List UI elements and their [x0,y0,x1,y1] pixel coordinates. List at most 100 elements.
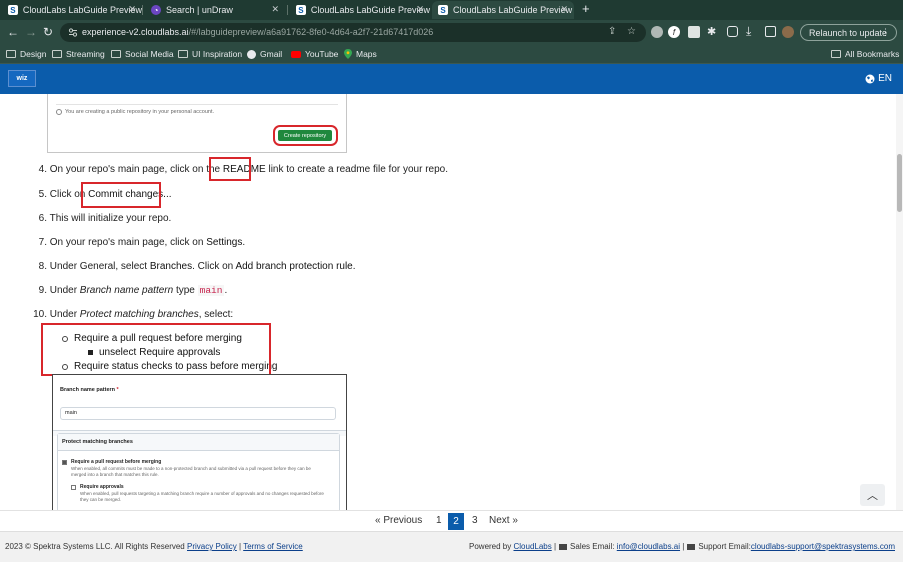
cloudlabs-link[interactable]: CloudLabs [513,542,551,551]
globe-icon [247,49,256,59]
separator: | [553,542,557,551]
protect-branches-panel: Protect matching branches Require a pull… [57,433,340,510]
terms-of-service-link[interactable]: Terms of Service [243,542,303,551]
reload-icon[interactable]: ↻ [43,25,53,39]
folder-icon [52,50,62,58]
separator: | [682,542,685,551]
sales-email-label: Sales Email: [570,542,615,551]
step-text: . Click on [192,261,236,272]
step-number: 5. [38,189,47,200]
step-9: 9. Under Branch name pattern type main. [36,285,227,296]
bookmark-youtube[interactable]: YouTube [291,49,338,59]
browser-tab-1[interactable]: S CloudLabs LabGuide Preview ✕ [2,1,142,19]
close-icon[interactable]: ✕ [128,4,136,15]
browser-tab-bar: S CloudLabs LabGuide Preview ✕ ◔ Search … [0,0,903,20]
copyright-text: 2023 © Spektra Systems LLC. All Rights R… [5,542,185,551]
tab-title: Search | unDraw [166,5,233,15]
checkbox-unchecked-icon [71,485,76,490]
close-icon[interactable]: ✕ [416,4,424,15]
powered-by-text: Powered by [469,542,512,551]
privacy-policy-link[interactable]: Privacy Policy [187,542,237,551]
page-link-1[interactable]: 1 [436,515,442,526]
bookmark-maps[interactable]: Maps [344,49,377,59]
download-icon[interactable]: ⤓ [746,24,751,38]
avatar[interactable] [782,26,794,38]
url-bar[interactable]: experience-v2.cloudlabs.ai/#/labguidepre… [60,23,646,42]
step-text: . [352,261,356,272]
bookmark-ui-inspiration[interactable]: UI Inspiration [178,49,242,59]
close-icon[interactable]: ✕ [271,4,279,15]
tab-divider [287,5,288,15]
bookmark-label: All Bookmarks [845,49,900,59]
close-icon[interactable]: ✕ [560,4,568,15]
extension-square-icon[interactable] [727,26,738,37]
browser-tab-3[interactable]: S CloudLabs LabGuide Preview ✕ [290,1,430,19]
all-bookmarks[interactable]: All Bookmarks [831,49,899,59]
page-link-3[interactable]: 3 [472,515,478,526]
previous-page-link[interactable]: « Previous [375,515,422,526]
scrollbar[interactable] [896,94,903,510]
more-menu-icon[interactable]: ⋮ [881,27,890,38]
extension-f-icon[interactable]: f [668,26,680,38]
step-text: link to create a readme file for your re… [265,164,449,175]
new-tab-button[interactable]: + [582,2,590,16]
site-info-icon[interactable] [68,27,78,38]
cloudlabs-icon: S [8,5,18,15]
step-10: 10. Under Protect matching branches, sel… [30,309,233,320]
cloudlabs-icon: S [438,5,448,15]
support-email-link[interactable]: cloudlabs-support@spektrasystems.com [751,542,895,551]
sales-email-link[interactable]: info@cloudlabs.ai [617,542,680,551]
public-repo-notice: You are creating a public repository in … [56,109,214,115]
logo[interactable]: wiz [8,70,36,87]
share-icon[interactable]: ⇪ [608,26,616,37]
step-number: 7. [38,237,47,248]
page-header: wiz EN [0,64,903,94]
footer-left: 2023 © Spektra Systems LLC. All Rights R… [5,542,303,551]
step-text: . [224,285,228,296]
bookmarks-bar: Design Streaming Social Media UI Inspira… [0,45,903,64]
email-icon [559,543,568,550]
step-text: On your repo's main page, click on [49,237,207,248]
side-panel-icon[interactable] [765,26,776,37]
address-toolbar: ← → ↻ experience-v2.cloudlabs.ai/#/labgu… [0,20,903,45]
step-text: Under General, select [49,261,150,272]
bookmark-label: Social Media [125,49,174,59]
page-link-2-current[interactable]: 2 [448,513,464,530]
step-text: type [173,285,198,296]
language-selector[interactable]: EN [865,73,892,84]
step-text: . [242,237,246,248]
scrollbar-thumb[interactable] [897,154,902,212]
relaunch-button[interactable]: Relaunch to update ⋮ [800,24,897,41]
extension-icon[interactable] [688,26,700,38]
undraw-icon: ◔ [151,5,161,15]
scroll-to-top-button[interactable]: ︿ [860,484,885,506]
back-arrow-icon[interactable]: ← [7,25,19,39]
bookmark-design[interactable]: Design [6,49,46,59]
branch-pattern-label: Branch name pattern * [60,387,119,393]
bookmark-label: Streaming [66,49,105,59]
extensions-puzzle-icon[interactable]: ✱ [707,25,716,39]
highlight-box [209,157,251,181]
option-desc: they can be merged. [80,497,122,502]
step-8: 8. Under General, select Branches. Click… [36,261,356,272]
browser-tab-4-active[interactable]: S CloudLabs LabGuide Preview ✕ [432,1,574,19]
forward-arrow-icon[interactable]: → [25,25,37,39]
profile-status-icon[interactable] [651,26,663,38]
highlight-box [273,125,338,146]
folder-icon [178,50,188,58]
bookmark-streaming[interactable]: Streaming [52,49,105,59]
folder-icon [831,50,841,58]
next-page-link[interactable]: Next » [489,515,518,526]
add-rule-term: Add branch protection rule [235,261,353,272]
bookmark-star-icon[interactable]: ☆ [627,26,636,37]
cloudlabs-icon: S [296,5,306,15]
required-mark: * [116,387,119,393]
bookmark-social-media[interactable]: Social Media [111,49,174,59]
folder-icon [6,50,16,58]
option-title: Require approvals [80,484,124,490]
bookmark-gmail[interactable]: Gmail [247,49,282,59]
highlight-box [41,323,271,376]
browser-tab-2[interactable]: ◔ Search | unDraw ✕ [145,1,285,19]
step-text: Under [49,309,80,320]
protect-branches-term: Protect matching branches [79,309,199,320]
